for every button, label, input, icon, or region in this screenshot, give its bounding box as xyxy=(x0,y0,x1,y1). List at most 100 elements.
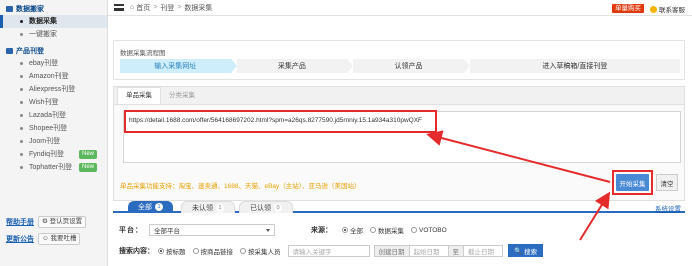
breadcrumb-listing[interactable]: 刊登 xyxy=(160,3,174,13)
sidebar-item-amazon[interactable]: Amazon刊登 xyxy=(0,70,107,83)
new-badge: New xyxy=(78,150,97,159)
sidebar-item-label: ebay刊登 xyxy=(29,60,59,67)
menu-toggle-icon[interactable] xyxy=(114,4,124,11)
search-radio-title[interactable]: 按标题 xyxy=(158,246,186,256)
search-icon: 🔍 xyxy=(514,247,523,255)
tab-category-collect[interactable]: 分类采集 xyxy=(161,88,203,104)
bullet-icon xyxy=(20,75,23,78)
url-textarea[interactable]: https://detail.1688.com/offer/5641686972… xyxy=(123,111,681,163)
source-radio-votobo[interactable]: VOTOBO xyxy=(411,227,447,234)
search-button[interactable]: 🔍 搜索 xyxy=(508,244,544,257)
tab-single-collect[interactable]: 单品采集 xyxy=(117,87,161,104)
start-collect-button[interactable]: 开始采集 xyxy=(616,174,649,191)
flow-step-draft-or-list: 进入草稿箱/直接刊登 xyxy=(469,59,680,73)
radio-label: 按商品链接 xyxy=(200,248,234,256)
tab-all[interactable]: 全部 1 xyxy=(128,201,173,213)
breadcrumb-home[interactable]: 首页 xyxy=(136,3,150,13)
flow-step-input-url: 输入采集网址 xyxy=(120,59,237,73)
bullet-icon xyxy=(20,153,23,156)
collect-tabs: 单品采集 分类采集 xyxy=(114,87,684,105)
sidebar-item-joom[interactable]: Joom刊登 xyxy=(0,135,107,148)
collect-panel: 单品采集 分类采集 https://detail.1688.com/offer/… xyxy=(113,86,685,201)
flow-title: 数据采集流程图 xyxy=(120,50,166,57)
radio-icon xyxy=(192,247,199,254)
flow-steps: 输入采集网址 采集产品 认领产品 进入草稿箱/直接刊登 xyxy=(120,59,680,73)
keyword-input[interactable]: 请输入关键字 xyxy=(287,244,370,257)
created-date-label: 创建日期 xyxy=(374,245,410,256)
tab-count: 1 xyxy=(155,203,163,211)
radio-label: 按标题 xyxy=(166,248,186,256)
bullet-icon xyxy=(20,20,23,23)
sidebar-item-aliexpress[interactable]: Aliexpress刊登 xyxy=(0,83,107,96)
search-radio-collector[interactable]: 按采集人员 xyxy=(240,246,281,256)
buy-quota-button[interactable]: 单量购买 xyxy=(612,4,644,13)
breadcrumb-separator: > xyxy=(177,4,182,11)
login-settings-button[interactable]: ⚙ 登认页设置 xyxy=(38,216,87,228)
sidebar-item-data-collection[interactable]: 数据采集 xyxy=(0,15,107,28)
contact-support-link[interactable]: 联系客服 xyxy=(650,4,685,14)
bullet-icon xyxy=(20,62,23,65)
radio-icon xyxy=(411,227,417,233)
sidebar-section-data-migration[interactable]: 数据搬家 xyxy=(0,3,107,15)
platform-select-value: 全部平台 xyxy=(154,228,180,235)
database-icon xyxy=(6,6,13,12)
sidebar-item-label: 一键搬家 xyxy=(29,31,57,38)
section-title: 产品刊登 xyxy=(16,48,44,55)
sidebar-item-label: Amazon刊登 xyxy=(29,73,69,80)
bullet-icon xyxy=(20,127,23,130)
system-settings-link[interactable]: 系统设置 xyxy=(655,203,681,213)
tab-count: 0 xyxy=(274,203,282,212)
start-date-input[interactable]: 起始日期 xyxy=(410,246,448,256)
bullet-icon xyxy=(20,33,23,36)
breadcrumb-current: 数据采集 xyxy=(184,4,213,12)
search-radio-link[interactable]: 按商品链接 xyxy=(192,246,234,256)
radio-icon xyxy=(240,247,246,254)
bullet-icon xyxy=(20,101,23,104)
date-to-label: 至 xyxy=(447,245,464,256)
tab-count: 1 xyxy=(216,203,224,212)
sidebar-footer-row-1: 帮助手册 ⚙ 登认页设置 xyxy=(0,216,108,228)
supported-sites-text: 单品采集功能支持：淘宝、速卖通、1688、天猫、eBay（主站）、亚马逊（美国站… xyxy=(120,183,361,190)
sidebar-item-label: Aliexpress刊登 xyxy=(29,86,76,93)
sidebar-item-one-click-move[interactable]: 一键搬家 xyxy=(0,28,107,41)
section-title: 数据搬家 xyxy=(16,6,44,13)
radio-icon xyxy=(370,227,376,233)
tab-label: 已认领 xyxy=(250,204,271,212)
radio-label: 按采集人员 xyxy=(248,248,281,256)
sidebar-item-wish[interactable]: Wish刊登 xyxy=(0,96,107,109)
date-range: 创建日期 起始日期 至 截止日期 xyxy=(373,244,503,257)
sidebar-section-product-listing[interactable]: 产品刊登 xyxy=(0,45,107,57)
platform-row: 平台： 全部平台 来源： 全部 数据采集 VOTOBO xyxy=(119,224,454,236)
feedback-label: 我要吐槽 xyxy=(50,235,77,242)
flow-step-claim: 认领产品 xyxy=(353,59,470,73)
feedback-button[interactable]: ☺ 我要吐槽 xyxy=(38,233,81,245)
announcement-link[interactable]: 更新公告 xyxy=(6,234,34,244)
sidebar-item-label: Shopee刊登 xyxy=(29,125,68,132)
sidebar-item-label: Fyndiq刊登 xyxy=(29,151,65,158)
source-radio-data-collect[interactable]: 数据采集 xyxy=(370,225,404,235)
sidebar-item-label: Lazada刊登 xyxy=(29,112,66,119)
tab-claimed[interactable]: 已认领 0 xyxy=(239,201,293,213)
listing-icon xyxy=(6,48,13,54)
sidebar-item-lazada[interactable]: Lazada刊登 xyxy=(0,109,107,122)
help-manual-link[interactable]: 帮助手册 xyxy=(6,217,34,227)
platform-label: 平台： xyxy=(119,227,143,234)
bullet-icon xyxy=(20,166,23,169)
search-button-label: 搜索 xyxy=(524,248,538,256)
tab-unclaimed[interactable]: 未认领 1 xyxy=(181,201,235,213)
clear-button[interactable]: 清空 xyxy=(656,174,678,191)
new-badge: New xyxy=(78,163,97,172)
sidebar-item-fyndiq[interactable]: Fyndiq刊登 New xyxy=(0,148,107,161)
end-date-input[interactable]: 截止日期 xyxy=(464,246,502,256)
source-radio-all[interactable]: 全部 xyxy=(342,225,363,235)
sidebar-item-ebay[interactable]: ebay刊登 xyxy=(0,57,107,70)
source-label: 来源： xyxy=(311,227,332,234)
radio-selected-icon xyxy=(158,247,164,254)
sidebar-item-shopee[interactable]: Shopee刊登 xyxy=(0,122,107,135)
platform-select[interactable]: 全部平台 xyxy=(149,224,275,236)
search-row: 搜索内容： 按标题 按商品链接 按采集人员 请输入关键字 创建日期 起始日期 至… xyxy=(119,244,544,257)
login-settings-label: 登认页设置 xyxy=(49,218,83,225)
sidebar-item-label: Joom刊登 xyxy=(29,138,61,145)
sidebar-footer-row-2: 更新公告 ☺ 我要吐槽 xyxy=(0,233,108,245)
sidebar-item-tophatter[interactable]: Tophatter刊登 New xyxy=(0,161,107,174)
